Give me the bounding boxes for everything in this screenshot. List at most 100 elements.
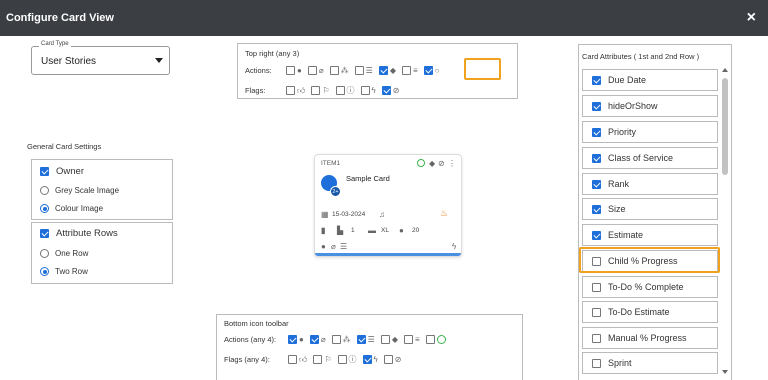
scroll-thumb[interactable] (722, 78, 728, 175)
scroll-up-icon[interactable] (722, 68, 728, 72)
colour-image-radio[interactable] (40, 204, 49, 213)
tr-checklist-checkbox[interactable] (354, 66, 364, 75)
attachment-icon: ⌀ (320, 335, 326, 344)
alert-icon: ⓘ (346, 86, 355, 95)
attr-label: Due Date (608, 75, 647, 85)
attributes-scrollbar[interactable] (720, 64, 730, 380)
bt-flag-checkbox[interactable] (313, 355, 323, 364)
bell-icon: ♫ (379, 210, 385, 219)
top-right-actions-label: Actions: (245, 66, 272, 75)
attachment-icon: ⌀ (331, 242, 336, 251)
tr-lightning-checkbox[interactable] (360, 86, 370, 95)
owner-checkbox[interactable] (40, 167, 49, 176)
owner-option[interactable]: Owner (40, 166, 84, 177)
card-item-id: ITEM1 (321, 160, 341, 167)
one-row-option[interactable]: One Row (40, 249, 88, 258)
card-size: XL (381, 227, 389, 234)
tr-flag-checkbox[interactable] (311, 86, 321, 95)
bt-hierarchy-checkbox[interactable] (331, 335, 341, 344)
tr-attachment-checkbox[interactable] (307, 66, 317, 75)
tr-hierarchy-checkbox[interactable] (329, 66, 339, 75)
bottom-toolbar-panel: Bottom icon toolbar Actions (any 4): ● ⌀… (216, 314, 523, 380)
bt-attachment-checkbox[interactable] (309, 335, 319, 344)
blocked-icon: ⊘ (392, 86, 400, 95)
attr-checkbox[interactable] (592, 101, 601, 111)
card-type-select[interactable]: Card Type User Stories (31, 41, 170, 75)
alert-icon: ⓘ (348, 355, 357, 364)
attr-checkbox[interactable] (592, 307, 601, 317)
bt-comment-checkbox[interactable] (288, 335, 297, 344)
checklist-icon: ☰ (367, 335, 375, 344)
tr-list-checkbox[interactable] (402, 66, 411, 75)
attr-manual-progress[interactable]: Manual % Progress (582, 327, 718, 349)
checklist-icon: ☰ (340, 242, 348, 251)
attr-estimate[interactable]: Estimate (582, 224, 718, 246)
attr-checkbox[interactable] (592, 179, 601, 189)
attr-checkbox[interactable] (592, 358, 601, 368)
tr-progress-checkbox[interactable] (423, 66, 433, 75)
grey-scale-radio[interactable] (40, 186, 49, 195)
attr-label: Priority (608, 127, 637, 137)
card-attributes-title: Card Attributes ( 1st and 2nd Row ) (582, 52, 700, 61)
owner-label: Owner (56, 166, 84, 177)
blocked-icon: ⊘ (394, 355, 402, 364)
attachment-icon: ⌀ (318, 66, 324, 75)
tr-comment-checkbox[interactable] (286, 66, 295, 75)
attr-priority[interactable]: Priority (582, 121, 718, 143)
top-right-flags-row: Flags: 👍︎ ⚐ ⓘ ϟ ⊘ (245, 86, 405, 95)
progress-circle-icon (436, 335, 446, 344)
rank-icon: ▙ (337, 226, 344, 235)
attr-label: Class of Service (608, 153, 674, 163)
one-row-radio[interactable] (40, 249, 49, 258)
bt-checklist-checkbox[interactable] (356, 335, 366, 344)
grey-scale-label: Grey Scale Image (55, 186, 120, 195)
attribute-rows-option[interactable]: Attribute Rows (40, 228, 118, 239)
bt-tag-checkbox[interactable] (380, 335, 390, 344)
top-right-title: Top right (any 3) (245, 49, 300, 58)
attr-label: Estimate (608, 230, 644, 240)
attr-todo-estimate[interactable]: To-Do Estimate (582, 301, 718, 323)
attr-checkbox[interactable] (592, 230, 601, 240)
attr-size[interactable]: Size (582, 198, 718, 220)
colour-image-label: Colour Image (55, 204, 104, 213)
comment-icon: ● (321, 242, 326, 251)
card-date: 15-03-2024 (332, 211, 366, 218)
tr-alert-checkbox[interactable] (335, 86, 345, 95)
attr-todo-complete[interactable]: To-Do % Complete (582, 276, 718, 298)
bt-thumbs-checkbox[interactable] (288, 355, 297, 364)
tr-thumbs-checkbox[interactable] (286, 86, 295, 95)
sample-card: ITEM1 ◆ ⊘ ⋮ 2+ Sample Card ▦ 15-03-2024 … (314, 154, 462, 257)
general-settings-title: General Card Settings (27, 142, 102, 151)
tr-blocked-checkbox[interactable] (381, 86, 391, 95)
tr-tag-checkbox[interactable] (378, 66, 388, 75)
close-icon[interactable]: × (747, 9, 756, 27)
attr-checkbox[interactable] (592, 153, 601, 163)
two-row-option[interactable]: Two Row (40, 267, 88, 276)
attr-checkbox[interactable] (592, 75, 601, 85)
dialog-title: Configure Card View (6, 12, 114, 24)
colour-image-option[interactable]: Colour Image (40, 204, 103, 213)
attr-checkbox[interactable] (592, 204, 601, 214)
flag-icon: ⚐ (322, 86, 330, 95)
card-estimate: 20 (412, 227, 420, 234)
attr-due-date[interactable]: Due Date (582, 69, 718, 91)
attribute-rows-checkbox[interactable] (40, 229, 49, 238)
attr-hideorshow[interactable]: hideOrShow (582, 95, 718, 117)
attr-checkbox[interactable] (592, 282, 601, 292)
scroll-down-icon[interactable] (722, 370, 728, 374)
grey-scale-option[interactable]: Grey Scale Image (40, 186, 119, 195)
bt-list-checkbox[interactable] (404, 335, 413, 344)
bottom-actions-label: Actions (any 4): (224, 335, 277, 344)
attr-sprint[interactable]: Sprint (582, 352, 718, 374)
bt-blocked-checkbox[interactable] (383, 355, 393, 364)
attr-rank[interactable]: Rank (582, 173, 718, 195)
bt-lightning-checkbox[interactable] (362, 355, 372, 364)
bt-progress-checkbox[interactable] (425, 335, 435, 344)
bt-alert-checkbox[interactable] (337, 355, 347, 364)
two-row-radio[interactable] (40, 267, 49, 276)
attr-checkbox[interactable] (592, 127, 601, 137)
attr-checkbox[interactable] (592, 333, 601, 343)
lightning-icon: ϟ (371, 86, 376, 95)
attr-class-of-service[interactable]: Class of Service (582, 147, 718, 169)
card-type-label: Card Type (39, 41, 71, 47)
